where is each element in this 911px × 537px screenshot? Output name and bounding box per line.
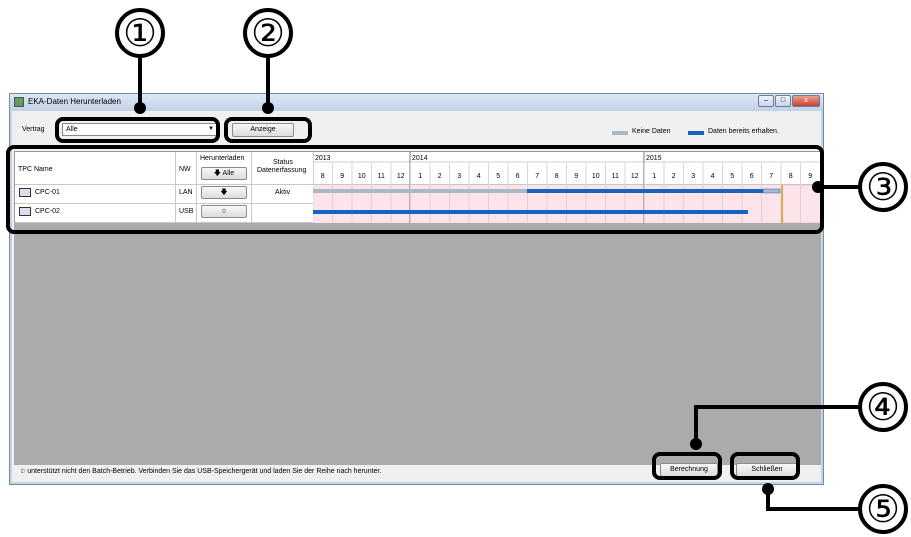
month-label: 2 xyxy=(672,173,676,180)
nw-type: LAN xyxy=(179,189,193,196)
connector-dot xyxy=(134,102,146,114)
close-dialog-button[interactable]: Schließen xyxy=(736,463,798,477)
app-icon xyxy=(14,97,24,107)
callout-3: ③ xyxy=(858,162,908,212)
received-bar xyxy=(527,189,763,193)
year-2015: 2015 xyxy=(646,155,662,162)
timeline-chart: 2013 2014 2015 8 9 10 11 12 1 2 3 4 5 6 7 8 9 10 11 12 1 2… xyxy=(313,152,821,223)
col-divider xyxy=(175,152,176,224)
month-label: 6 xyxy=(516,173,520,180)
month-label: 1 xyxy=(652,173,656,180)
maximize-button[interactable]: □ xyxy=(775,95,791,107)
calculate-button[interactable]: Berechnung xyxy=(660,463,718,477)
pc-icon xyxy=(19,188,31,197)
month-label: 3 xyxy=(457,173,461,180)
month-label: 4 xyxy=(477,173,481,180)
connector-2 xyxy=(266,58,270,108)
callout-4: ④ xyxy=(858,382,908,432)
header-status-1: Status xyxy=(273,159,293,166)
month-label: 8 xyxy=(789,173,793,180)
connector-dot xyxy=(690,438,702,450)
month-label: 2 xyxy=(438,173,442,180)
received-bar xyxy=(313,210,748,214)
display-button[interactable]: Anzeige xyxy=(232,123,294,137)
connector-dot xyxy=(262,102,274,114)
year-2013: 2013 xyxy=(315,155,331,162)
month-label: 8 xyxy=(555,173,559,180)
eka-download-window: EKA-Daten Herunterladen – □ x Vertrag Al… xyxy=(9,93,824,485)
month-label: 10 xyxy=(592,173,600,180)
month-label: 12 xyxy=(631,173,639,180)
download-all-button[interactable]: 🡇 Alle xyxy=(201,167,247,180)
usb-download-button[interactable]: ⯐ xyxy=(201,205,247,218)
connector-5h xyxy=(766,507,860,511)
download-arrow-icon: 🡇 xyxy=(220,189,228,196)
contract-select-value: Alle xyxy=(66,126,78,133)
connector-dot xyxy=(812,181,824,193)
empty-list-area xyxy=(14,223,821,465)
month-label: 12 xyxy=(397,173,405,180)
no-data-bar xyxy=(762,188,781,194)
header-tpc-name: TPC Name xyxy=(18,166,53,173)
month-label: 9 xyxy=(340,173,344,180)
month-label: 1 xyxy=(418,173,422,180)
no-data-bar xyxy=(313,189,527,193)
window-title: EKA-Daten Herunterladen xyxy=(28,97,121,106)
contract-select[interactable]: Alle ▼ xyxy=(62,123,218,136)
year-2014: 2014 xyxy=(412,155,428,162)
contract-label: Vertrag xyxy=(22,126,45,133)
month-label: 8 xyxy=(321,173,325,180)
status: Aktiv xyxy=(275,189,291,196)
received-legend-label: Daten bereits erhalten. xyxy=(708,128,779,135)
download-all-label: Alle xyxy=(222,170,235,177)
close-button[interactable]: x xyxy=(792,95,820,107)
month-label: 6 xyxy=(750,173,754,180)
header-nw: NW xyxy=(179,166,191,173)
callout-5: ⑤ xyxy=(858,484,908,534)
connector-4h xyxy=(694,405,860,409)
window-client: Vertrag Alle ▼ Anzeige Keine Daten Daten… xyxy=(12,111,821,482)
month-label: 10 xyxy=(358,173,366,180)
month-label: 7 xyxy=(535,173,539,180)
chevron-down-icon: ▼ xyxy=(208,126,214,132)
connector-dot xyxy=(762,483,774,495)
month-label: 9 xyxy=(574,173,578,180)
nw-type: USB xyxy=(179,208,194,215)
pc-icon xyxy=(19,207,31,216)
month-label: 11 xyxy=(612,173,619,180)
month-label: 3 xyxy=(691,173,695,180)
tpc-name: CPC-02 xyxy=(35,208,60,215)
callout-1: ① xyxy=(115,8,165,58)
footer-note: ⯐ unterstützt nicht den Batch-Betrieb. V… xyxy=(20,467,381,478)
title-bar: EKA-Daten Herunterladen – □ x xyxy=(10,94,823,110)
connector-1 xyxy=(138,58,142,108)
connector-3 xyxy=(818,185,860,189)
no-data-legend-swatch xyxy=(612,131,628,135)
no-data-legend-label: Keine Daten xyxy=(632,128,671,135)
month-label: 9 xyxy=(808,173,812,180)
header-download: Herunterladen xyxy=(200,155,245,162)
download-button[interactable]: 🡇 xyxy=(201,186,247,199)
usb-icon: ⯐ xyxy=(221,208,227,215)
footer-note-text: unterstützt nicht den Batch-Betrieb. Ver… xyxy=(27,468,382,475)
col-divider xyxy=(196,152,197,224)
minimize-button[interactable]: – xyxy=(758,95,774,107)
month-label: 5 xyxy=(496,173,500,180)
callout-2: ② xyxy=(243,8,293,58)
received-legend-swatch xyxy=(688,131,704,135)
header-status-2: Datenerfassung xyxy=(257,167,307,174)
month-label: 4 xyxy=(711,173,715,180)
tpc-name: CPC-01 xyxy=(35,189,60,196)
month-label: 5 xyxy=(730,173,734,180)
month-label: 7 xyxy=(769,173,773,180)
col-divider xyxy=(251,152,252,224)
download-arrow-icon: 🡇 xyxy=(213,170,223,177)
month-label: 11 xyxy=(378,173,385,180)
download-grid: TPC Name NW Herunterladen 🡇 Alle Status … xyxy=(14,151,821,224)
